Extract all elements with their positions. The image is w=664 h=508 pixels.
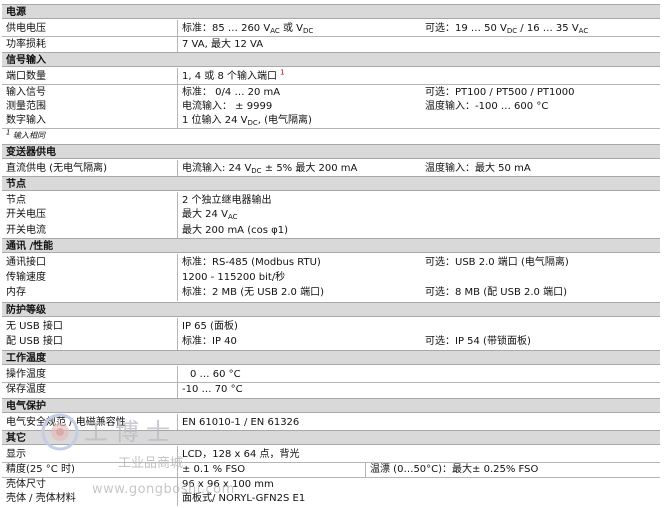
section-header-signal: 信号输入 bbox=[2, 52, 660, 67]
switch-voltage-label: 开关电压 bbox=[6, 209, 46, 220]
dc-supply-temperature: 温度输入：最大 50 mA bbox=[425, 163, 531, 174]
supply-voltage-label: 供电电压 bbox=[6, 23, 46, 34]
operating-temp-value: 0 … 60 °C bbox=[190, 369, 241, 380]
housing-size-label: 壳体尺寸 bbox=[6, 479, 46, 490]
port-count-label: 端口数量 bbox=[6, 71, 46, 82]
display-value: LCD，128 x 64 点，背光 bbox=[182, 449, 300, 460]
dc-supply-current: 电流输入: 24 VDC ± 5% 最大 200 mA bbox=[182, 163, 358, 175]
section-header-relay: 节点 bbox=[2, 176, 660, 191]
measure-range-temperature: 温度输入：-100 … 600 °C bbox=[425, 101, 549, 112]
usb-label: 配 USB 接口 bbox=[6, 336, 63, 347]
no-usb-label: 无 USB 接口 bbox=[6, 321, 63, 332]
comm-interface-optional: 可选：USB 2.0 端口 (电气隔离) bbox=[425, 257, 569, 268]
supply-voltage-standard: 标准：85 … 260 VAC 或 VDC bbox=[182, 23, 314, 35]
section-header-safety: 电气保护 bbox=[2, 398, 660, 413]
digital-input-label: 数字输入 bbox=[6, 115, 46, 126]
comm-interface-standard: 标准：RS-485 (Modbus RTU) bbox=[182, 257, 321, 268]
switch-voltage-value: 最大 24 VAC bbox=[182, 209, 238, 221]
section-header-communication: 通讯 /性能 bbox=[2, 238, 660, 253]
memory-optional: 可选：8 MB (配 USB 2.0 端口) bbox=[425, 287, 567, 298]
watermark-url: www.gongboshi.com bbox=[92, 482, 235, 497]
memory-label: 内存 bbox=[6, 287, 26, 298]
display-label: 显示 bbox=[6, 449, 26, 460]
dc-supply-label: 直流供电 (无电气隔离) bbox=[6, 163, 107, 174]
housing-material-label: 壳体 / 壳体材料 bbox=[6, 493, 76, 504]
section-header-protection: 防护等级 bbox=[2, 302, 660, 317]
usb-standard: 标准：IP 40 bbox=[182, 336, 237, 347]
accuracy-label: 精度(25 °C 时) bbox=[6, 464, 75, 475]
power-loss-value: 7 VA, 最大 12 VA bbox=[182, 39, 264, 50]
accuracy-value: ± 0.1 % FSO bbox=[182, 464, 246, 475]
memory-standard: 标准：2 MB (无 USB 2.0 端口) bbox=[182, 287, 324, 298]
emc-value: EN 61010-1 / EN 61326 bbox=[182, 417, 300, 428]
usb-optional: 可选：IP 54 (带锁面板) bbox=[425, 336, 531, 347]
temperature-drift-value: 温漂 (0…50°C)：最大± 0.25% FSO bbox=[370, 464, 539, 475]
power-loss-label: 功率损耗 bbox=[6, 39, 46, 50]
spec-sheet: 电源 供电电压 标准：85 … 260 VAC 或 VDC 可选：19 … 50… bbox=[0, 0, 664, 508]
transfer-speed-label: 传输速度 bbox=[6, 272, 46, 283]
watermark-site-name: 工业品商城 bbox=[118, 456, 184, 471]
comm-interface-label: 通讯接口 bbox=[6, 257, 46, 268]
storage-temp-value: -10 … 70 °C bbox=[182, 384, 243, 395]
operating-temp-label: 操作温度 bbox=[6, 369, 46, 380]
supply-voltage-optional: 可选：19 … 50 VDC / 16 … 35 VAC bbox=[425, 23, 589, 35]
node-value: 2 个独立继电器输出 bbox=[182, 195, 272, 206]
transfer-speed-value: 1200 - 115200 bit/秒 bbox=[182, 272, 286, 283]
input-signal-optional: 可选：PT100 / PT500 / PT1000 bbox=[425, 87, 575, 98]
section-header-temperature: 工作温度 bbox=[2, 350, 660, 365]
watermark-brand: 工博士 bbox=[84, 418, 177, 446]
measure-range-label: 测量范围 bbox=[6, 101, 46, 112]
measure-range-current: 电流输入： ± 9999 bbox=[182, 101, 273, 112]
switch-current-value: 最大 200 mA (cos φ1) bbox=[182, 225, 288, 236]
footnote: 1 输入相同 bbox=[6, 128, 46, 140]
section-header-transmitter: 变送器供电 bbox=[2, 144, 660, 159]
input-signal-standard: 标准： 0/4 … 20 mA bbox=[182, 87, 281, 98]
no-usb-value: IP 65 (面板) bbox=[182, 321, 238, 332]
port-count-value: 1, 4 或 8 个输入端口 1 bbox=[182, 68, 285, 82]
storage-temp-label: 保存温度 bbox=[6, 384, 46, 395]
section-header-power: 电源 bbox=[2, 4, 660, 19]
switch-current-label: 开关电流 bbox=[6, 225, 46, 236]
digital-input-value: 1 位输入 24 VDC, (电气隔离) bbox=[182, 115, 312, 127]
watermark-logo-icon bbox=[41, 413, 79, 451]
node-label: 节点 bbox=[6, 195, 26, 206]
input-signal-label: 输入信号 bbox=[6, 87, 46, 98]
